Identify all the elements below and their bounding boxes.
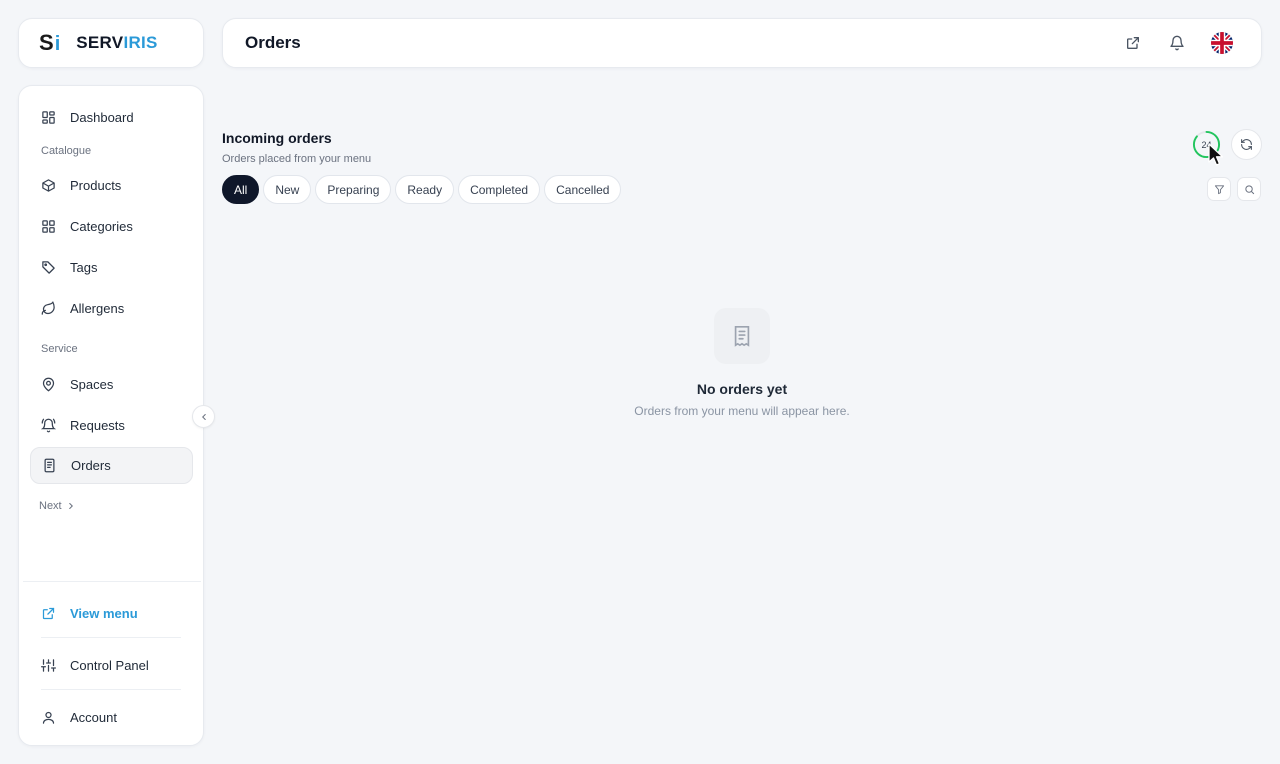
- filter-chip-cancelled[interactable]: Cancelled: [544, 175, 622, 204]
- empty-state-title: No orders yet: [696, 381, 788, 397]
- brand-name-part2: IRIS: [123, 33, 158, 52]
- sidebar-item-label: Spaces: [70, 376, 114, 392]
- chevron-left-icon: [201, 413, 206, 420]
- sidebar-item-label: Products: [70, 177, 122, 193]
- user-icon: [40, 709, 56, 725]
- bell-ring-icon: [40, 417, 56, 433]
- receipt-icon: [41, 458, 57, 474]
- sidebar-item-categories[interactable]: Categories: [30, 208, 193, 244]
- sidebar-item-requests[interactable]: Requests: [30, 407, 193, 443]
- sidebar-divider: [41, 637, 181, 638]
- sidebar-item-dashboard[interactable]: Dashboard: [30, 99, 193, 135]
- dashboard-icon: [40, 109, 56, 125]
- section-label-catalogue: Catalogue: [41, 145, 92, 157]
- bell-icon[interactable]: [1167, 33, 1187, 53]
- sidebar-item-label: Allergens: [70, 300, 125, 316]
- section-title: Incoming orders: [222, 130, 332, 146]
- search-button[interactable]: [1237, 177, 1261, 201]
- empty-state-subtitle: Orders from your menu will appear here.: [634, 404, 850, 418]
- sidebar-item-spaces[interactable]: Spaces: [30, 366, 193, 402]
- sidebar-item-products[interactable]: Products: [30, 167, 193, 203]
- mouse-cursor-icon: [1208, 143, 1224, 166]
- sidebar-item-control-panel[interactable]: Control Panel: [30, 647, 193, 683]
- sidebar-collapse-button[interactable]: [192, 405, 215, 428]
- next-link[interactable]: Next: [39, 500, 76, 512]
- logo-mark-accent: i: [54, 33, 61, 55]
- search-icon: [1244, 184, 1254, 194]
- grid-icon: [40, 218, 56, 234]
- chevron-right-icon: [68, 502, 73, 510]
- sidebar-item-orders[interactable]: Orders: [30, 447, 193, 484]
- map-pin-icon: [40, 376, 56, 392]
- sidebar-item-label: Orders: [71, 458, 111, 473]
- page-title: Orders: [245, 33, 301, 52]
- section-subtitle: Orders placed from your menu: [222, 153, 372, 165]
- brand-logo[interactable]: Si SERVIRIS: [18, 18, 204, 68]
- filter-chip-completed[interactable]: Completed: [458, 175, 541, 204]
- filter-icon: [1214, 184, 1224, 194]
- sidebar-item-allergens[interactable]: Allergens: [30, 290, 193, 326]
- sidebar-item-label: Dashboard: [70, 109, 134, 125]
- filter-button[interactable]: [1207, 177, 1231, 201]
- status-filter-chips: All New Preparing Ready Completed Cancel…: [222, 175, 622, 204]
- refresh-icon: [1241, 139, 1252, 150]
- sidebar-item-account[interactable]: Account: [30, 699, 193, 735]
- filter-chip-ready[interactable]: Ready: [395, 175, 455, 204]
- sidebar-item-label: Control Panel: [70, 657, 149, 673]
- sidebar-item-label: Requests: [70, 417, 125, 433]
- filter-chip-all[interactable]: All: [222, 175, 260, 204]
- leaf-icon: [40, 300, 56, 316]
- sidebar-item-label: View menu: [70, 605, 138, 621]
- filter-chip-preparing[interactable]: Preparing: [315, 175, 392, 204]
- sidebar: Dashboard Catalogue Products Categories …: [18, 85, 204, 746]
- sidebar-item-label: Tags: [70, 259, 98, 275]
- sidebar-item-view-menu[interactable]: View menu: [30, 595, 193, 631]
- sidebar-divider: [23, 581, 201, 582]
- external-link-icon: [40, 605, 56, 621]
- brand-name-part1: SERV: [76, 33, 124, 52]
- filter-chip-new[interactable]: New: [263, 175, 312, 204]
- section-label-service: Service: [41, 343, 78, 355]
- top-actions: [1123, 19, 1233, 67]
- refresh-button[interactable]: [1231, 129, 1262, 160]
- uk-flag-icon[interactable]: [1211, 32, 1233, 54]
- brand-name: SERVIRIS: [76, 33, 157, 53]
- sliders-icon: [40, 657, 56, 673]
- sidebar-item-tags[interactable]: Tags: [30, 249, 193, 285]
- logo-mark: Si: [39, 30, 60, 56]
- sidebar-item-label: Categories: [70, 218, 133, 234]
- tag-icon: [40, 259, 56, 275]
- sidebar-divider: [41, 689, 181, 690]
- top-bar: Orders: [222, 18, 1262, 68]
- external-link-icon[interactable]: [1123, 33, 1143, 53]
- next-link-label: Next: [39, 500, 62, 512]
- empty-state-receipt-icon: [714, 308, 770, 364]
- box-icon: [40, 177, 56, 193]
- sidebar-item-label: Account: [70, 709, 117, 725]
- logo-mark-letter: S: [39, 30, 54, 55]
